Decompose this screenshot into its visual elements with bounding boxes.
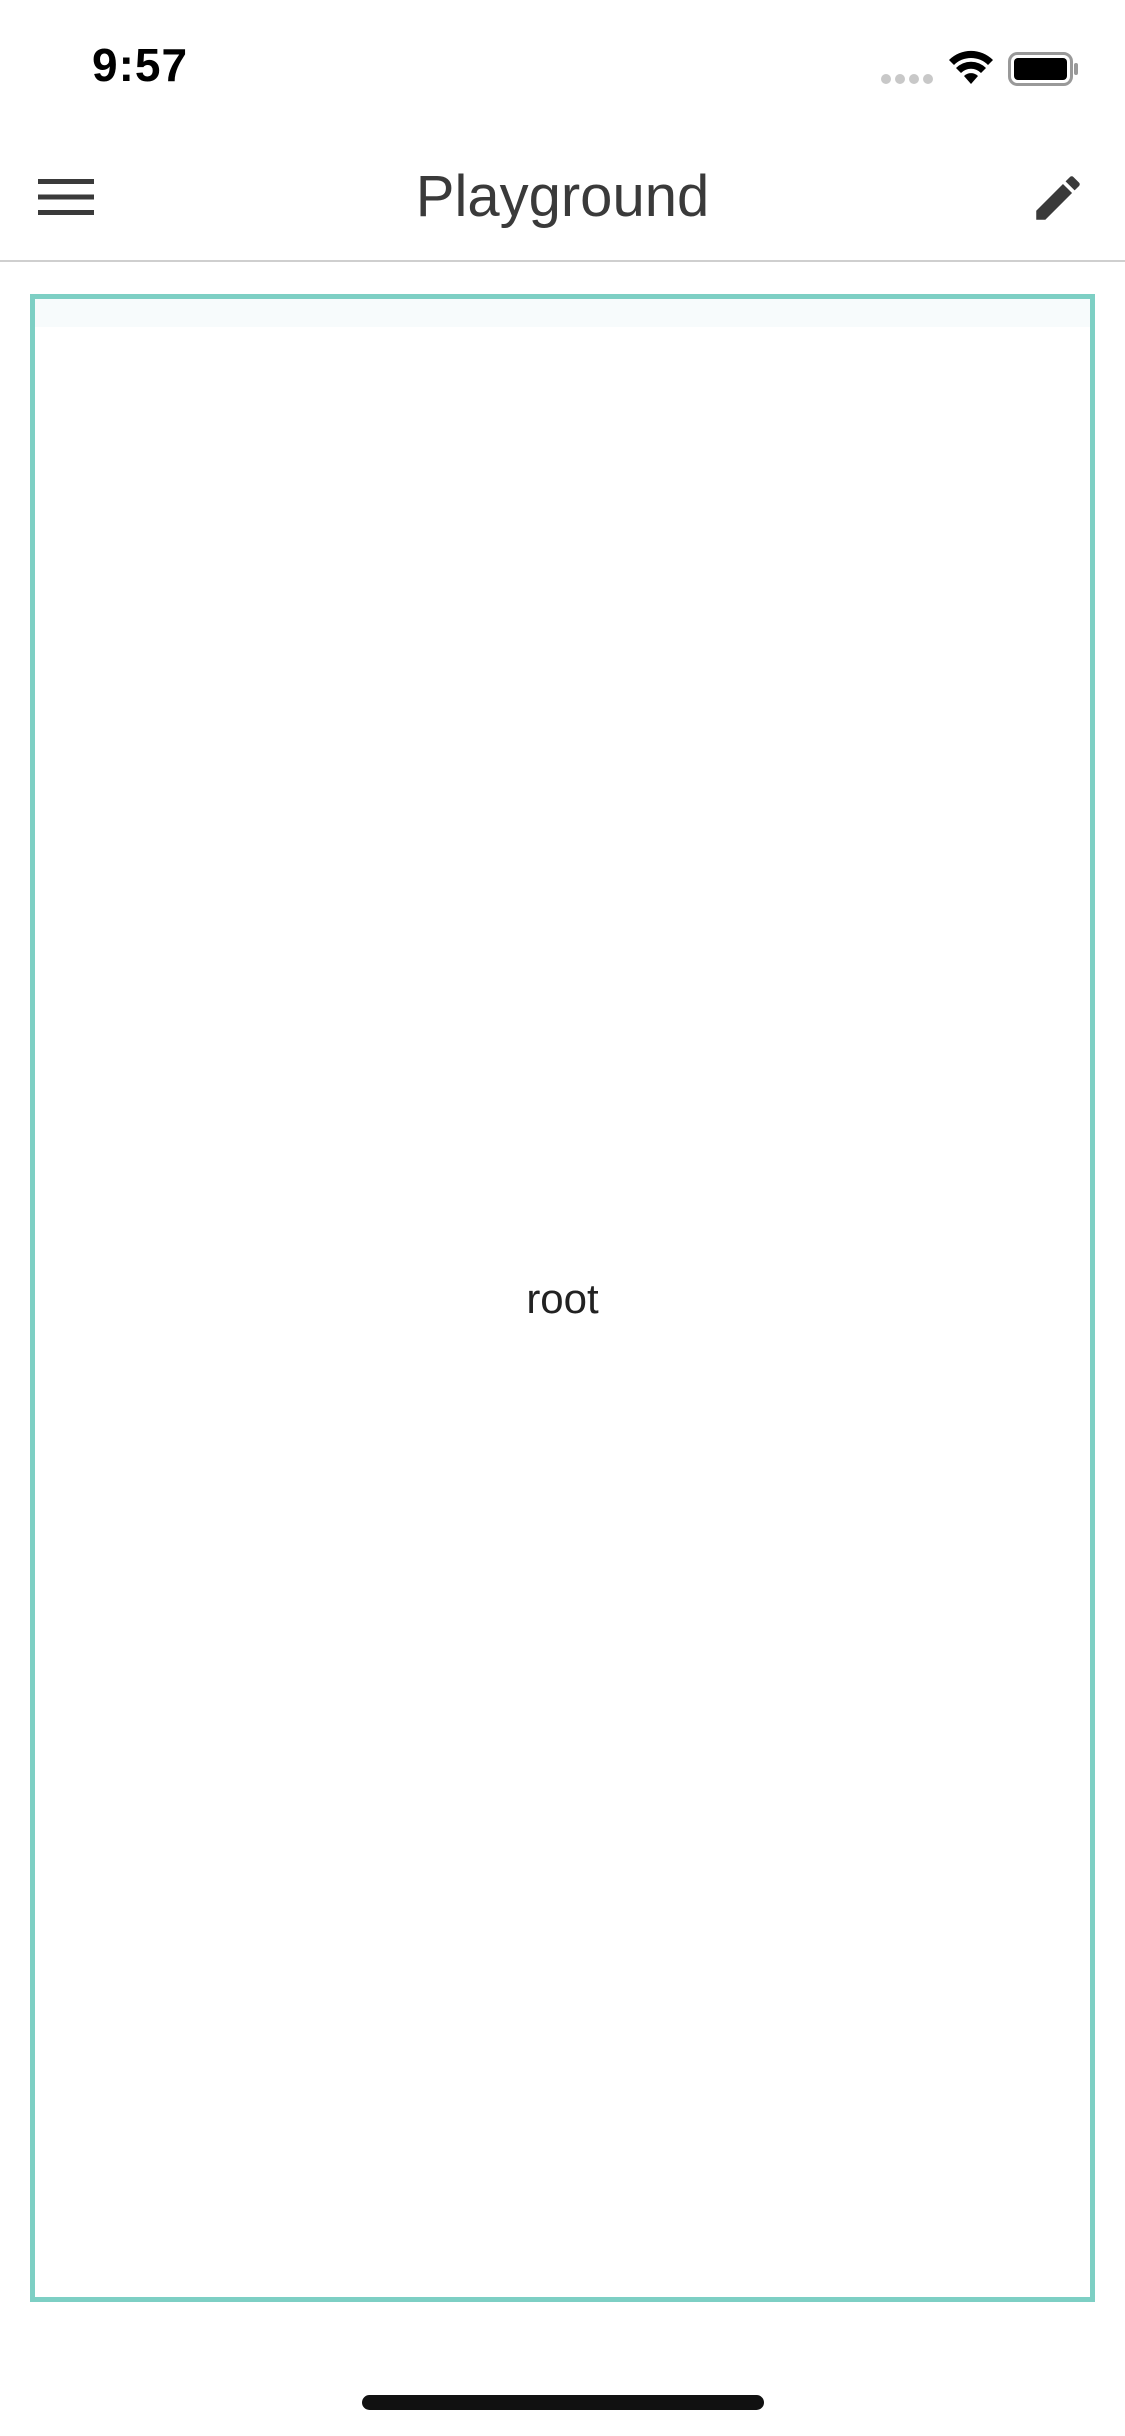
- navigation-bar: Playground: [0, 132, 1125, 262]
- status-time: 9:57: [92, 39, 189, 91]
- edit-button[interactable]: [1016, 160, 1100, 236]
- home-indicator[interactable]: [362, 2395, 764, 2410]
- root-view-top-edge: [35, 299, 1090, 327]
- wifi-icon: [949, 50, 993, 84]
- page-title: Playground: [415, 164, 710, 229]
- root-view-container[interactable]: root: [30, 294, 1095, 2302]
- status-bar: 9:57: [0, 0, 1125, 132]
- root-view-label: root: [526, 1275, 599, 1322]
- signal-icon: [881, 74, 933, 84]
- battery-icon: [1008, 52, 1078, 86]
- pencil-icon: [1036, 176, 1080, 220]
